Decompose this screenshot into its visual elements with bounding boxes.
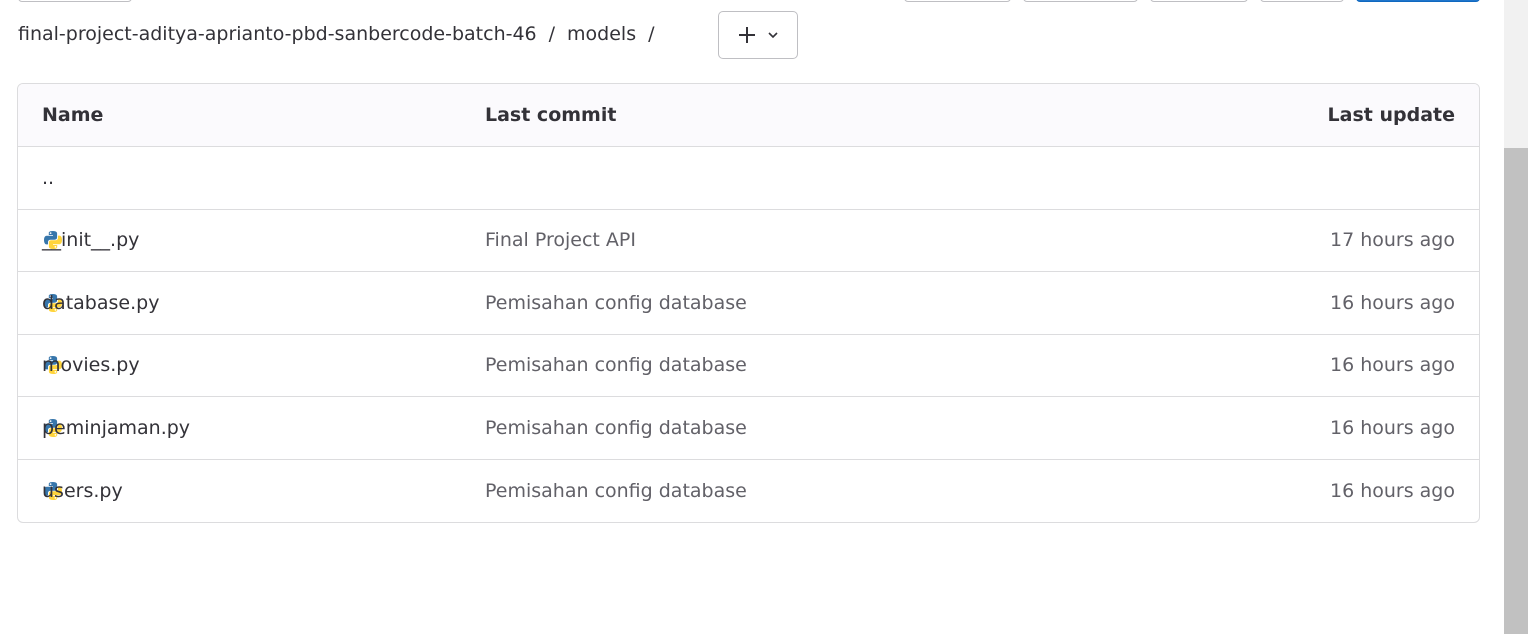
file-name: users.py	[42, 479, 123, 502]
plus-icon	[737, 25, 757, 45]
toolbar-button-5[interactable]	[1260, 0, 1344, 2]
header-last-update: Last update	[1327, 104, 1455, 126]
commit-message-link[interactable]: Final Project API	[485, 229, 636, 251]
last-update-time: 17 hours ago	[1329, 229, 1455, 252]
last-update-time: 16 hours ago	[1329, 479, 1455, 502]
add-to-tree-dropdown[interactable]	[718, 11, 798, 59]
table-row[interactable]: movies.py Pemisahan config database 16 h…	[18, 335, 1479, 397]
header-name: Name	[42, 104, 104, 126]
commit-message-link[interactable]: Pemisahan config database	[485, 292, 747, 314]
breadcrumb-separator: /	[648, 23, 655, 45]
commit-message-link[interactable]: Pemisahan config database	[485, 354, 747, 376]
parent-directory-link[interactable]: ..	[42, 167, 54, 189]
header-last-commit: Last commit	[485, 104, 617, 126]
breadcrumb-folder-link[interactable]: models	[567, 23, 636, 45]
file-tree-table: Name Last commit Last update .. __init__…	[17, 83, 1480, 523]
file-name: database.py	[42, 291, 160, 314]
file-name: __init__.py	[42, 229, 140, 252]
commit-message-link[interactable]: Pemisahan config database	[485, 417, 747, 439]
table-row[interactable]: database.py Pemisahan config database 16…	[18, 272, 1479, 335]
breadcrumb-project-link[interactable]: final-project-aditya-aprianto-pbd-sanber…	[18, 23, 537, 45]
file-name: movies.py	[42, 354, 140, 377]
toolbar-button-2[interactable]	[904, 0, 1011, 2]
file-name: peminjaman.py	[42, 416, 191, 439]
toolbar-primary-button[interactable]	[1356, 0, 1480, 2]
last-update-time: 16 hours ago	[1329, 416, 1455, 439]
table-row[interactable]: peminjaman.py Pemisahan config database …	[18, 397, 1479, 460]
parent-directory-row[interactable]: ..	[18, 147, 1479, 210]
breadcrumb-separator: /	[548, 23, 556, 45]
table-row[interactable]: __init__.py Final Project API 17 hours a…	[18, 210, 1479, 272]
chevron-down-icon	[767, 29, 779, 41]
scrollbar-track[interactable]	[1504, 0, 1528, 634]
toolbar-button-4[interactable]	[1150, 0, 1248, 2]
commit-message-link[interactable]: Pemisahan config database	[485, 480, 747, 502]
scrollbar-thumb[interactable]	[1504, 148, 1528, 634]
last-update-time: 16 hours ago	[1329, 354, 1455, 377]
last-update-time: 16 hours ago	[1329, 291, 1455, 314]
table-header: Name Last commit Last update	[18, 84, 1479, 147]
breadcrumb: final-project-aditya-aprianto-pbd-sanber…	[18, 20, 667, 48]
toolbar-button-3[interactable]	[1023, 0, 1138, 2]
toolbar-button-1[interactable]	[18, 0, 132, 2]
table-row[interactable]: users.py Pemisahan config database 16 ho…	[18, 460, 1479, 523]
